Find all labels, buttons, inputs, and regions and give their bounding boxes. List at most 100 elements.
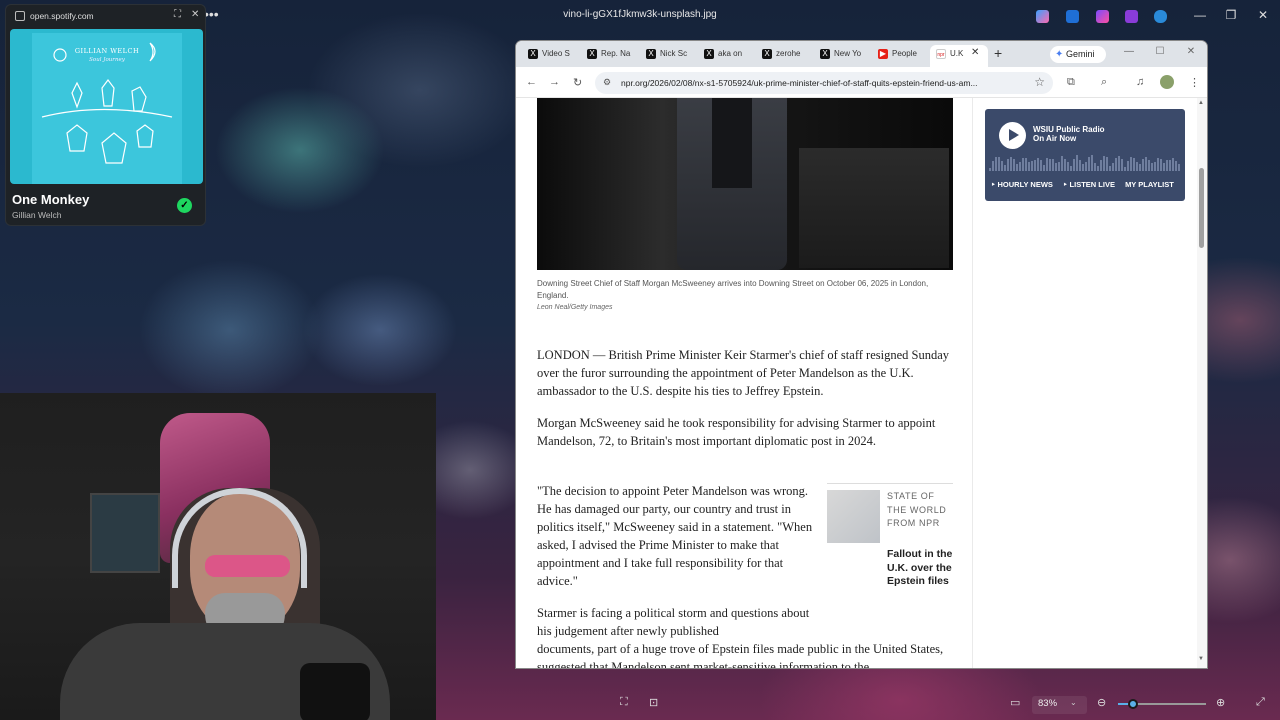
menu-icon[interactable]: ⋮ xyxy=(1189,76,1200,89)
npr-article-page: Downing Street Chief of Staff Morgan McS… xyxy=(516,98,1196,668)
zoom-out-icon[interactable]: ⊖ xyxy=(1097,696,1106,709)
article-paragraph: LONDON — British Prime Minister Keir Sta… xyxy=(537,348,950,398)
copilot-icon[interactable] xyxy=(1036,10,1049,23)
image-caption: Downing Street Chief of Staff Morgan McS… xyxy=(537,279,929,300)
scroll-down-icon[interactable]: ▼ xyxy=(1198,656,1204,662)
tab-rep[interactable]: X Rep. Na xyxy=(581,45,636,67)
play-icon[interactable] xyxy=(999,122,1026,149)
back-arrow-icon[interactable]: ← xyxy=(526,76,537,88)
scroll-up-icon[interactable]: ▲ xyxy=(1198,100,1204,106)
close-button[interactable]: ✕ xyxy=(1253,8,1273,22)
browser-minimize-button[interactable]: — xyxy=(1119,46,1139,57)
reload-icon[interactable]: ↻ xyxy=(573,76,582,89)
tab-strip: X Video S X Rep. Na X Nick Sc Xaka on Xzero… xyxy=(516,41,1207,67)
gemini-button[interactable]: ✦ Gemini xyxy=(1050,46,1106,63)
text-select-icon[interactable]: ⊡ xyxy=(649,696,658,709)
waveform-bar xyxy=(1016,163,1018,171)
site-info-icon[interactable] xyxy=(15,11,25,21)
tab-nick[interactable]: X Nick Sc xyxy=(640,45,695,67)
tab-label: Video S xyxy=(542,49,570,58)
waveform-bar xyxy=(1085,162,1087,171)
clipchamp-icon[interactable] xyxy=(1125,10,1138,23)
close-icon[interactable]: ✕ xyxy=(191,9,199,20)
waveform-bar xyxy=(998,157,1000,171)
waveform-bar xyxy=(1124,167,1126,171)
viewer-bottombar: ⛶ ⊡ ▭ ⊖ ⊕ ⤢ xyxy=(0,688,1280,720)
saved-check-icon[interactable]: ✓ xyxy=(177,198,192,213)
tab-close-icon[interactable]: ✕ xyxy=(971,47,979,58)
tab-video[interactable]: X Video S xyxy=(522,45,577,67)
track-title[interactable]: One Monkey xyxy=(12,192,89,207)
browser-window: X Video S X Rep. Na X Nick Sc Xaka on Xzero… xyxy=(516,41,1207,668)
bookmark-star-icon[interactable]: ☆ xyxy=(1034,75,1045,89)
zoom-slider-handle[interactable] xyxy=(1127,699,1138,709)
article-paragraph: documents, part of a huge trove of Epste… xyxy=(537,642,944,668)
listen-live-link[interactable]: ‣ LISTEN LIVE xyxy=(1063,180,1115,189)
search-tab-icon[interactable]: ⌕ xyxy=(1101,76,1107,89)
waveform-bar xyxy=(1178,163,1180,171)
minimize-button[interactable]: — xyxy=(1190,8,1210,22)
radio-station-name: WSIU Public Radio xyxy=(1033,125,1105,134)
waveform-bar xyxy=(1139,164,1141,171)
site-settings-icon[interactable]: ⚙ xyxy=(603,77,611,88)
edit-icon[interactable] xyxy=(1066,10,1079,23)
waveform-bar xyxy=(1100,159,1102,171)
browser-maximize-button[interactable]: ☐ xyxy=(1150,46,1170,57)
sidebar-divider xyxy=(972,98,973,668)
waveform-bar xyxy=(1022,158,1024,171)
waveform-bar xyxy=(1160,158,1162,171)
waveform-bar xyxy=(1061,156,1063,171)
tab-label: Nick Sc xyxy=(660,49,688,58)
extensions-icon[interactable]: ⧉ xyxy=(1067,76,1075,89)
tab-label: People xyxy=(892,49,917,58)
expand-icon[interactable]: ⛶ xyxy=(174,9,181,20)
media-control-icon[interactable]: ♫ xyxy=(1136,76,1144,88)
x-icon: X xyxy=(820,49,830,59)
scroll-thumb[interactable] xyxy=(1199,168,1204,248)
fullscreen-icon[interactable]: ⤢ xyxy=(1256,696,1265,709)
related-story-title[interactable]: Fallout in the U.K. over the Epstein fil… xyxy=(887,548,953,589)
forward-arrow-icon[interactable]: → xyxy=(549,76,560,88)
onedrive-icon[interactable] xyxy=(1154,10,1167,23)
designer-icon[interactable] xyxy=(1096,10,1109,23)
track-artist[interactable]: Gillian Welch xyxy=(12,210,61,220)
waveform-bar xyxy=(1169,159,1171,171)
waveform-bar xyxy=(1001,161,1003,171)
tab-zerohedge[interactable]: Xzerohe xyxy=(756,45,811,67)
article-paragraph: "The decision to appoint Peter Mandelson… xyxy=(537,484,813,588)
profile-avatar[interactable] xyxy=(1160,75,1174,89)
tab-aka[interactable]: Xaka on xyxy=(698,45,753,67)
waveform-bar xyxy=(1154,161,1156,171)
related-story-card[interactable]: STATE OF THE WORLD FROM NPR Fallout in t… xyxy=(827,483,953,587)
tab-label: zerohe xyxy=(776,49,801,58)
address-url: npr.org/2026/02/08/nx-s1-5705924/uk-prim… xyxy=(621,78,978,88)
spotify-url: open.spotify.com xyxy=(30,11,94,21)
related-story-thumbnail[interactable] xyxy=(827,490,880,543)
waveform-bar xyxy=(1157,158,1159,171)
album-art: GILLIAN WELCH Soul Journey xyxy=(10,29,203,184)
crop-icon[interactable]: ⛶ xyxy=(620,696,628,709)
my-playlist-link[interactable]: MY PLAYLIST xyxy=(1125,180,1174,189)
x-icon: X xyxy=(646,49,656,59)
chevron-down-icon[interactable]: ⌄ xyxy=(1070,698,1077,707)
waveform-bar xyxy=(1088,156,1090,171)
fit-to-window-icon[interactable]: ▭ xyxy=(1010,696,1020,709)
waveform-bar xyxy=(1049,159,1051,171)
tab-people[interactable]: ▶ People xyxy=(872,45,927,67)
hourly-news-link[interactable]: ‣ HOURLY NEWS xyxy=(991,180,1053,189)
browser-close-button[interactable]: ✕ xyxy=(1181,46,1201,57)
zoom-in-icon[interactable]: ⊕ xyxy=(1216,696,1225,709)
webcam-feed xyxy=(0,393,436,720)
waveform-bar xyxy=(1121,158,1123,171)
waveform-bar xyxy=(1106,156,1108,171)
new-tab-button[interactable]: + xyxy=(994,45,1002,61)
page-scrollbar[interactable]: ▲ ▼ xyxy=(1197,98,1207,668)
x-icon: X xyxy=(587,49,597,59)
waveform-bar xyxy=(1115,157,1117,171)
maximize-button[interactable]: ❐ xyxy=(1221,8,1241,22)
waveform-bar xyxy=(1007,159,1009,171)
radio-player-widget: WSIU Public Radio On Air Now ‣ HOURLY NE… xyxy=(985,109,1185,201)
waveform-bar xyxy=(1094,162,1096,171)
address-bar[interactable]: ⚙ npr.org/2026/02/08/nx-s1-5705924/uk-pr… xyxy=(595,72,1053,94)
tab-newyork[interactable]: X New Yo xyxy=(814,45,869,67)
